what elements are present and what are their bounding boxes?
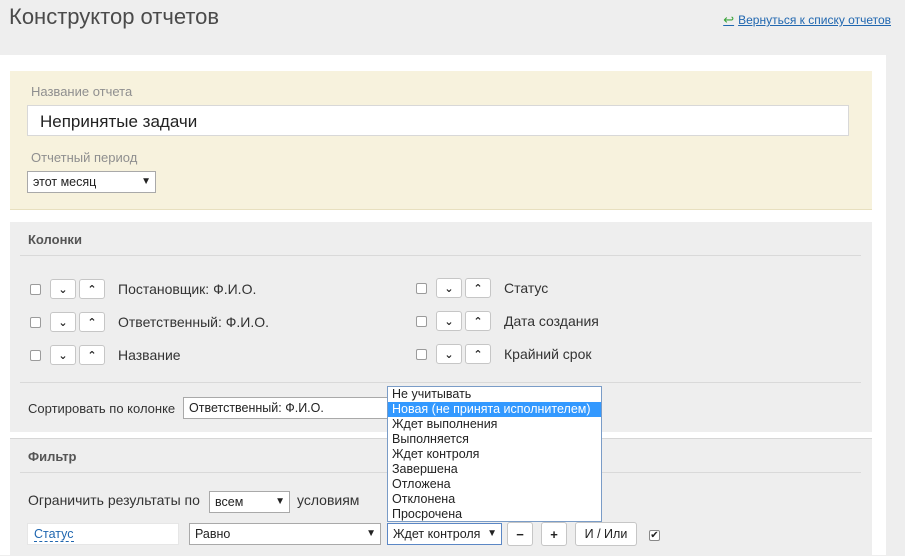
column-checkbox[interactable] bbox=[30, 349, 41, 361]
dropdown-option[interactable]: Выполняется bbox=[388, 432, 601, 447]
dropdown-option[interactable]: Ждет контроля bbox=[388, 447, 601, 462]
and-or-button[interactable]: И / Или bbox=[575, 522, 637, 546]
move-up-button[interactable]: ⌃ bbox=[465, 344, 491, 364]
dropdown-option[interactable]: Отложена bbox=[388, 477, 601, 492]
dropdown-arrow-icon: ▼ bbox=[275, 496, 285, 507]
move-down-button[interactable]: ⌄ bbox=[436, 311, 462, 331]
sort-divider bbox=[20, 382, 861, 383]
column-label: Дата создания bbox=[504, 313, 599, 329]
filter-field-label: Статус bbox=[34, 527, 74, 542]
column-row: ⌄ ⌃ Постановщик: Ф.И.О. bbox=[30, 278, 256, 300]
arrow-back-icon: ↩ bbox=[723, 12, 735, 27]
move-up-button[interactable]: ⌃ bbox=[79, 279, 105, 299]
column-row: ⌄ ⌃ Название bbox=[30, 344, 181, 366]
period-label: Отчетный период bbox=[31, 150, 138, 165]
column-label: Статус bbox=[504, 280, 549, 296]
dropdown-arrow-icon: ▼ bbox=[366, 528, 376, 539]
sort-select-value: Ответственный: Ф.И.О. bbox=[189, 401, 324, 415]
column-label: Ответственный: Ф.И.О. bbox=[118, 314, 270, 330]
back-link-label: Вернуться к списку отчетов bbox=[738, 13, 891, 27]
limit-prefix-label: Ограничить результаты по bbox=[28, 492, 200, 508]
move-down-button[interactable]: ⌄ bbox=[436, 278, 462, 298]
status-dropdown-list[interactable]: Не учитывать Новая (не принята исполните… bbox=[387, 386, 602, 522]
remove-condition-button[interactable]: − bbox=[507, 522, 533, 546]
dropdown-option[interactable]: Просрочена bbox=[388, 507, 601, 522]
columns-divider bbox=[20, 255, 861, 256]
filter-title: Фильтр bbox=[28, 449, 77, 464]
condition-checkbox[interactable]: ✔ bbox=[649, 530, 660, 541]
filter-field-status[interactable]: Статус bbox=[27, 523, 179, 545]
limit-select[interactable]: всем ▼ bbox=[209, 491, 290, 513]
column-row: ⌄ ⌃ Статус bbox=[416, 277, 548, 299]
column-label: Крайний срок bbox=[504, 346, 592, 362]
dropdown-option[interactable]: Завершена bbox=[388, 462, 601, 477]
column-label: Название bbox=[118, 347, 181, 363]
columns-title: Колонки bbox=[28, 232, 82, 247]
column-checkbox[interactable] bbox=[30, 316, 41, 328]
move-up-button[interactable]: ⌃ bbox=[465, 278, 491, 298]
dropdown-arrow-icon: ▼ bbox=[141, 176, 151, 187]
move-up-button[interactable]: ⌃ bbox=[79, 345, 105, 365]
column-checkbox[interactable] bbox=[416, 348, 427, 360]
dropdown-option[interactable]: Ждет выполнения bbox=[388, 417, 601, 432]
add-condition-button[interactable]: + bbox=[541, 522, 567, 546]
column-label: Постановщик: Ф.И.О. bbox=[118, 281, 257, 297]
move-down-button[interactable]: ⌄ bbox=[436, 344, 462, 364]
column-row: ⌄ ⌃ Ответственный: Ф.И.О. bbox=[30, 311, 269, 333]
move-down-button[interactable]: ⌄ bbox=[50, 312, 76, 332]
dropdown-option-selected[interactable]: Новая (не принята исполнителем) bbox=[388, 402, 601, 417]
column-checkbox[interactable] bbox=[30, 283, 41, 295]
move-up-button[interactable]: ⌃ bbox=[79, 312, 105, 332]
column-checkbox[interactable] bbox=[416, 282, 427, 294]
page-title: Конструктор отчетов bbox=[9, 4, 220, 29]
limit-select-value: всем bbox=[215, 495, 244, 509]
report-name-input[interactable]: Непринятые задачи bbox=[27, 105, 849, 136]
dropdown-arrow-icon: ▼ bbox=[487, 528, 497, 539]
sort-label: Сортировать по колонке bbox=[28, 401, 176, 416]
status-value-select[interactable]: Ждет контроля ▼ bbox=[387, 523, 502, 545]
dropdown-option[interactable]: Отклонена bbox=[388, 492, 601, 507]
column-row: ⌄ ⌃ Дата создания bbox=[416, 310, 599, 332]
operator-select-value: Равно bbox=[195, 527, 231, 541]
status-value-select-value: Ждет контроля bbox=[393, 527, 481, 541]
period-select-value: этот месяц bbox=[33, 175, 97, 189]
move-down-button[interactable]: ⌄ bbox=[50, 279, 76, 299]
limit-suffix-label: условиям bbox=[297, 492, 360, 508]
move-down-button[interactable]: ⌄ bbox=[50, 345, 76, 365]
column-checkbox[interactable] bbox=[416, 315, 427, 327]
period-select[interactable]: этот месяц ▼ bbox=[27, 171, 156, 193]
operator-select[interactable]: Равно ▼ bbox=[189, 523, 381, 545]
back-to-reports-link[interactable]: ↩ Вернуться к списку отчетов bbox=[723, 12, 891, 28]
dropdown-option[interactable]: Не учитывать bbox=[388, 387, 601, 402]
sort-select[interactable]: Ответственный: Ф.И.О. bbox=[183, 397, 393, 419]
move-up-button[interactable]: ⌃ bbox=[465, 311, 491, 331]
column-row: ⌄ ⌃ Крайний срок bbox=[416, 343, 592, 365]
report-name-label: Название отчета bbox=[31, 84, 133, 99]
